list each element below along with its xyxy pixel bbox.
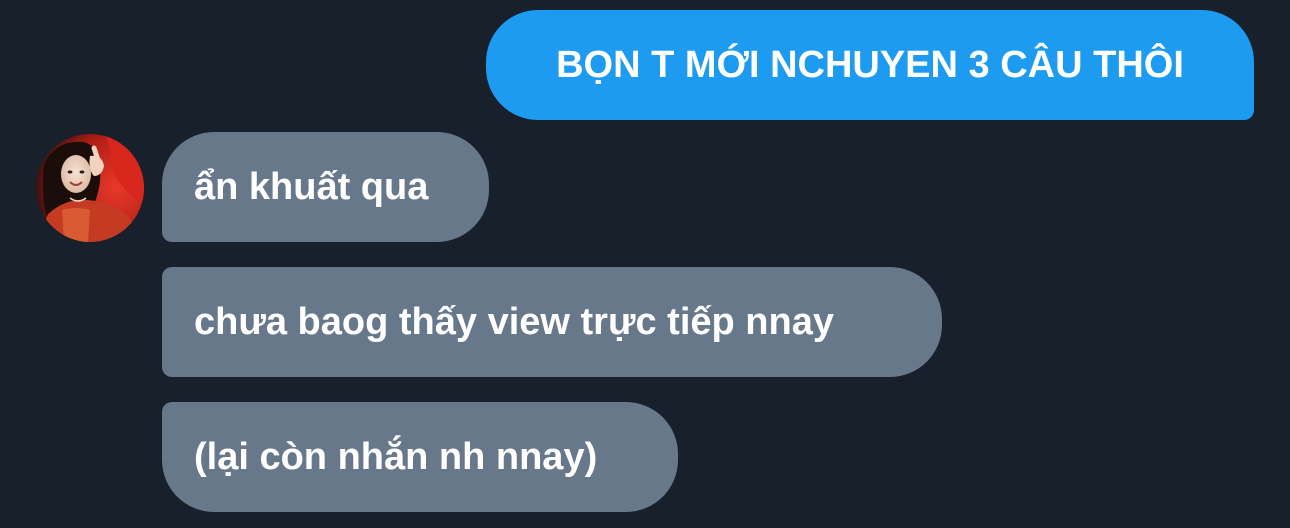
avatar-photo-icon <box>36 134 144 242</box>
sent-message-bubble[interactable]: BỌN T MỚI NCHUYEN 3 CÂU THÔI <box>486 10 1254 120</box>
message-thread: BỌN T MỚI NCHUYEN 3 CÂU THÔI ẩn khuất qu… <box>0 0 1290 528</box>
received-message-bubble[interactable]: chưa baog thấy view trực tiếp nnay <box>162 267 942 377</box>
received-message-bubble[interactable]: (lại còn nhắn nh nnay) <box>162 402 678 512</box>
received-message-bubble[interactable]: ẩn khuất qua <box>162 132 489 242</box>
contact-avatar[interactable] <box>36 134 144 242</box>
